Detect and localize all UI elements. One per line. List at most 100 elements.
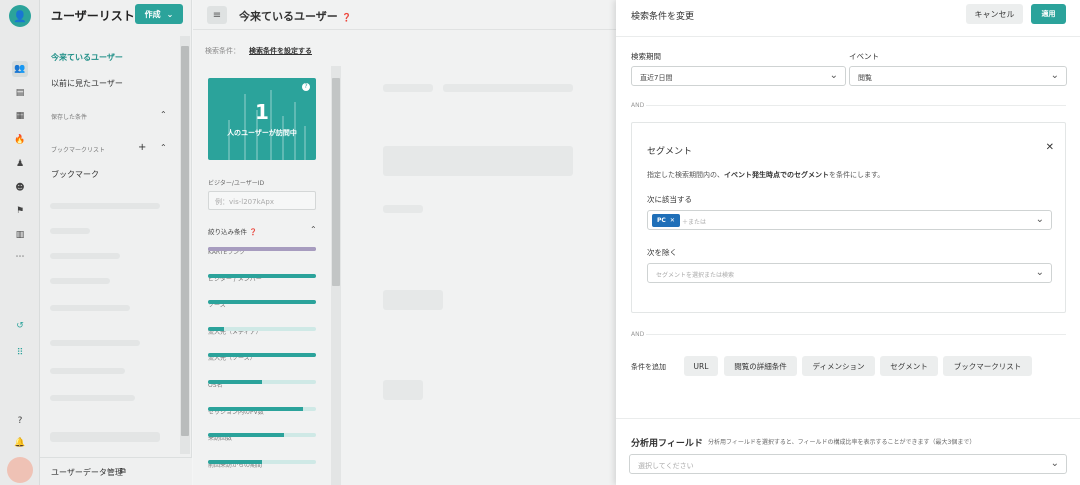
sidebar-item-current-users[interactable]: 今来ているユーザー — [51, 52, 123, 63]
segment-tag[interactable]: PC ✕ — [652, 214, 680, 227]
and-separator-label: AND — [631, 331, 645, 338]
blurred-item — [383, 205, 423, 213]
person-icon[interactable]: ♟ — [12, 156, 28, 172]
filter-bar-fill — [208, 273, 316, 278]
user-list-icon[interactable]: 👥 — [12, 61, 28, 77]
chart-icon[interactable]: ▥ — [12, 227, 28, 243]
add-condition-label: 条件を追加 — [631, 363, 666, 371]
filter-bar — [208, 326, 316, 331]
filter-bar-fill — [208, 300, 316, 305]
chevron-down-icon: ⌄ — [166, 9, 174, 19]
segment-desc-post: を条件にします。 — [829, 171, 885, 179]
event-label: イベント — [849, 52, 879, 61]
panel-title: 検索条件を変更 — [631, 12, 695, 22]
condition-label: 検索条件： — [205, 47, 240, 55]
create-button-label: 作成 — [144, 9, 161, 19]
chevron-up-icon[interactable]: ⌃ — [160, 143, 167, 152]
analysis-field-placeholder: 選択してください — [638, 462, 694, 470]
filter-bar — [208, 273, 316, 278]
create-button[interactable]: 作成 ⌄ — [135, 4, 183, 24]
main-header: ≡ 今来ているユーザー ❓ — [193, 0, 616, 30]
fire-icon[interactable]: 🔥 — [12, 132, 28, 148]
filter-row[interactable]: ソース — [208, 300, 316, 309]
chevron-up-icon[interactable]: ⌃ — [160, 110, 167, 119]
help-icon[interactable]: ❓ — [342, 13, 352, 22]
apply-button[interactable]: 適用 — [1031, 4, 1066, 24]
exclude-label: 次を除く — [647, 248, 677, 257]
page-title: 今来ているユーザー ❓ — [239, 8, 352, 24]
help-icon[interactable]: ❓ — [249, 228, 257, 236]
exclude-segment-select[interactable]: セグメントを選択または検索 ⌄ — [647, 263, 1052, 283]
filter-header[interactable]: 絞り込み条件 ❓ — [208, 226, 257, 236]
period-select[interactable]: 直近7日間 ⌄ — [631, 66, 846, 86]
blurred-item — [50, 228, 90, 234]
help-icon[interactable]: ? — [302, 83, 310, 91]
filter-bar-fill — [208, 459, 262, 464]
filter-row[interactable]: ビジター / メンバー — [208, 273, 316, 283]
filter-scroll-thumb[interactable] — [332, 78, 340, 286]
event-value: 閲覧 — [858, 74, 872, 82]
search-condition-panel: 検索条件を変更 キャンセル 適用 検索期間 直近7日間 ⌄ イベント 閲覧 ⌄ … — [616, 0, 1080, 485]
group-icon[interactable]: ☻ — [12, 180, 28, 196]
chevron-down-icon: ⌄ — [829, 70, 838, 81]
user-data-management-link[interactable]: ユーザーデータ管理 — [51, 467, 123, 478]
account-avatar[interactable] — [7, 457, 33, 483]
sidebar-item-bookmark[interactable]: ブックマーク — [51, 169, 99, 180]
filter-row[interactable]: 流入元（メディア） — [208, 326, 316, 336]
filter-row[interactable]: セッション内のPV数 — [208, 406, 316, 416]
saved-conditions-header[interactable]: 保存した条件 — [51, 112, 87, 121]
filter-row[interactable]: 流入元（ソース） — [208, 353, 316, 362]
visitor-id-label: ビジター/ユーザーID — [208, 180, 265, 187]
filter-row[interactable]: 来訪回数 — [208, 433, 316, 442]
add-dimension-button[interactable]: ディメンション — [802, 356, 875, 376]
filter-row[interactable]: KARTEランク — [208, 247, 316, 256]
filter-bar-fill — [208, 353, 316, 358]
filter-row[interactable]: 前回来訪からの期間 — [208, 459, 316, 469]
sidebar-scroll-thumb[interactable] — [181, 46, 189, 436]
user-avatar[interactable]: 👤 — [9, 5, 31, 27]
blurred-item — [383, 84, 433, 92]
notification-icon[interactable]: 🔔 — [12, 435, 28, 451]
filter-bar — [208, 433, 316, 438]
segment-desc-pre: 指定した検索期間内の、 — [647, 171, 724, 179]
event-select[interactable]: 閲覧 ⌄ — [849, 66, 1067, 86]
match-segment-select[interactable]: PC ✕ ＋または ⌄ — [647, 210, 1052, 230]
visitor-count: 1 — [255, 100, 269, 124]
analysis-field-select[interactable]: 選択してください ⌄ — [629, 454, 1067, 474]
filter-row[interactable]: OS名 — [208, 380, 316, 389]
dashboard-icon[interactable]: ▤ — [12, 85, 28, 101]
remove-tag-icon[interactable]: ✕ — [670, 217, 675, 224]
add-url-button[interactable]: URL — [684, 356, 718, 376]
exclude-placeholder: セグメントを選択または検索 — [656, 272, 735, 279]
history-icon[interactable]: ↺ — [12, 318, 28, 334]
report-icon[interactable]: ▦ — [12, 108, 28, 124]
add-bookmark-list-icon[interactable]: + — [138, 142, 146, 153]
icon-rail: 👤 👥 ▤ ▦ 🔥 ♟ ☻ ⚑ ▥ ⋯ ↺ ⠿ ? 🔔 — [0, 0, 40, 485]
or-placeholder: ＋または — [682, 219, 707, 226]
set-condition-link[interactable]: 検索条件を設定する — [249, 46, 312, 56]
sidebar-item-previous-users[interactable]: 以前に見たユーザー — [51, 78, 123, 89]
visitor-id-input[interactable]: 例：vis-l207kApx — [208, 191, 316, 210]
blurred-item — [50, 278, 110, 284]
add-bookmark-list-button[interactable]: ブックマークリスト — [943, 356, 1032, 376]
add-segment-button[interactable]: セグメント — [880, 356, 938, 376]
add-view-detail-button[interactable]: 閲覧の詳細条件 — [724, 356, 797, 376]
decorative-bar — [228, 120, 230, 160]
chevron-down-icon: ⌄ — [1035, 267, 1044, 278]
flag-icon[interactable]: ⚑ — [12, 203, 28, 219]
apps-grid-icon[interactable]: ⠿ — [12, 345, 28, 361]
cancel-button[interactable]: キャンセル — [966, 4, 1023, 24]
bookmark-list-header[interactable]: ブックマークリスト — [51, 145, 105, 154]
sidebar-footer[interactable]: ユーザーデータ管理 ⧉ — [40, 457, 192, 485]
filter-bar — [208, 300, 316, 305]
match-label: 次に該当する — [647, 195, 692, 204]
more-icon[interactable]: ⋯ — [12, 249, 28, 265]
page-title-text: 今来ているユーザー — [239, 10, 338, 23]
chevron-up-icon[interactable]: ⌃ — [310, 225, 317, 234]
filter-bar-fill — [208, 380, 262, 384]
menu-icon[interactable]: ≡ — [207, 6, 227, 24]
filter-header-label: 絞り込み条件 — [208, 228, 247, 236]
help-icon[interactable]: ? — [12, 413, 28, 429]
and-separator-line — [646, 105, 1066, 106]
close-icon[interactable]: ✕ — [1046, 142, 1054, 153]
